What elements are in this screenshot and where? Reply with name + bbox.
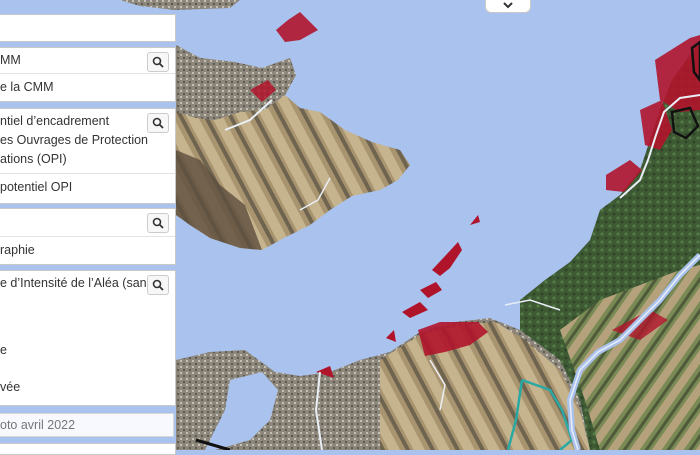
search-button[interactable] <box>147 275 169 295</box>
layer-panel-topographie[interactable]: raphie <box>0 208 176 265</box>
layer-panel-line: ations (OPI) <box>0 152 67 166</box>
search-button[interactable] <box>147 113 169 133</box>
photo-date-label[interactable]: oto avril 2022 <box>0 413 174 437</box>
search-icon <box>152 279 164 291</box>
layer-panel-alea[interactable]: e d’Intensité de l’Aléa (sans e vée <box>0 270 176 406</box>
search-icon <box>152 56 164 68</box>
layer-panel-bottom <box>0 443 176 455</box>
layer-panel-line: raphie <box>0 243 35 257</box>
layer-panel-cmm[interactable]: MM e la CMM <box>0 47 176 102</box>
layer-panel-line: ntiel d’encadrement <box>0 114 110 128</box>
layer-panel-line: es Ouvrages de Protection <box>0 133 148 147</box>
divider <box>0 236 175 237</box>
layer-panel-line: e <box>0 343 7 357</box>
layer-panel-line: vée <box>0 380 21 394</box>
search-icon <box>152 117 164 129</box>
search-button[interactable] <box>147 52 169 72</box>
chevron-down-icon <box>503 1 513 8</box>
layer-panel-line: e la CMM <box>0 80 54 94</box>
divider <box>0 173 175 174</box>
search-icon <box>152 217 164 229</box>
collapse-toggle-button[interactable] <box>485 0 531 13</box>
layer-panel-line: MM <box>0 53 21 67</box>
layer-panel-line: e d’Intensité de l’Aléa (sans <box>0 276 153 290</box>
photo-date-text: oto avril 2022 <box>0 418 76 432</box>
search-button[interactable] <box>147 213 169 233</box>
layer-panel-opi[interactable]: ntiel d’encadrement es Ouvrages de Prote… <box>0 108 176 204</box>
layer-panel-line: potentiel OPI <box>0 180 73 194</box>
layer-panel-header <box>0 14 176 42</box>
divider <box>0 73 175 74</box>
